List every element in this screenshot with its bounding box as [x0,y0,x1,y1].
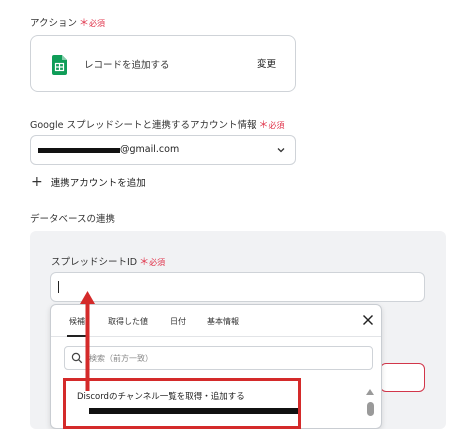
account-label: Google スプレッドシートと連携するアカウント情報 ＊必須 [30,120,285,131]
action-card[interactable]: レコードを追加する 変更 [30,35,296,92]
text-caret [58,281,59,293]
error-input[interactable] [380,363,425,392]
action-label: アクション ＊必須 [30,18,106,29]
scrollbar-thumb[interactable] [367,402,374,416]
account-select[interactable]: @gmail.com [30,135,296,165]
redacted-email [38,148,120,153]
scroll-up-arrow-icon[interactable] [366,389,374,395]
change-button[interactable]: 変更 [257,56,276,70]
tab-basic-info[interactable]: 基本情報 [207,316,239,327]
chevron-down-icon [277,148,285,153]
search-placeholder: 検索（前方一致） [89,354,153,363]
highlight-box [63,378,301,429]
required-badge: ＊必須 [139,257,166,268]
popup-tabs: 候補 取得した値 日付 基本情報 [51,305,381,337]
google-sheets-icon [52,55,67,75]
popup-search-input[interactable]: 検索（前方一致） [64,346,373,370]
tab-fetched-values[interactable]: 取得した値 [108,316,148,327]
tab-date[interactable]: 日付 [170,316,186,327]
required-badge: ＊必須 [258,120,285,131]
email-suffix: @gmail.com [120,144,180,155]
required-badge: ＊必須 [79,18,106,29]
spreadsheet-id-label: スプレッドシートID ＊必須 [51,257,166,268]
close-icon[interactable] [362,314,374,326]
red-arrow-icon [80,291,95,391]
add-account-label: 連携アカウントを追加 [50,178,146,189]
spreadsheet-id-input[interactable] [50,272,425,302]
database-label: データベースの連携 [30,214,116,225]
plus-icon: + [31,174,43,190]
action-name: レコードを追加する [84,60,170,71]
add-account-button[interactable]: + 連携アカウントを追加 [31,175,146,189]
